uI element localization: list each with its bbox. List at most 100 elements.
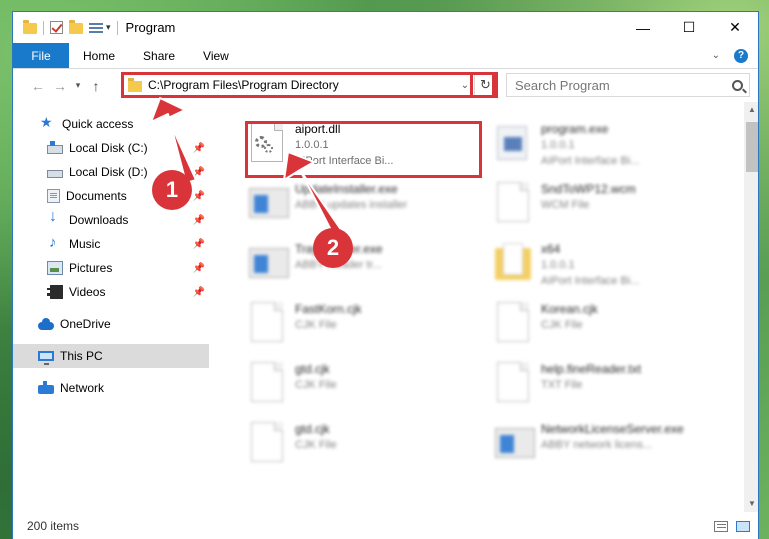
sidebar-item-downloads[interactable]: Downloads 📌 bbox=[13, 208, 209, 232]
expand-ribbon-icon[interactable]: ⌄ bbox=[712, 50, 720, 61]
pin-icon[interactable]: 📌 bbox=[193, 239, 205, 250]
sidebar-item-label: Pictures bbox=[69, 261, 113, 275]
scroll-up-icon[interactable]: ▲ bbox=[744, 102, 758, 118]
maximize-button[interactable]: ☐ bbox=[666, 12, 712, 43]
folder-item[interactable]: x64 1.0.0.1 AIPort Interface Bi... bbox=[481, 230, 721, 287]
file-type: TXT File bbox=[541, 379, 583, 391]
item-count: 200 items bbox=[27, 519, 80, 533]
pin-icon[interactable]: 📌 bbox=[193, 191, 205, 202]
scroll-down-icon[interactable]: ▼ bbox=[744, 496, 758, 512]
sidebar-item-onedrive[interactable]: OneDrive bbox=[13, 312, 209, 336]
exe-file-icon bbox=[249, 182, 289, 224]
search-icon[interactable] bbox=[732, 79, 743, 91]
help-icon[interactable]: ? bbox=[734, 48, 748, 63]
file-item[interactable]: UpdateInstaller.exe ABBY updates install… bbox=[235, 170, 475, 226]
sidebar-item-quick-access[interactable]: Quick access bbox=[13, 112, 209, 136]
file-name: FastKorn.cjk bbox=[295, 302, 362, 316]
title-bar: ▾ Program — ☐ ✕ bbox=[13, 12, 758, 43]
quick-access-toolbar: ▾ bbox=[13, 12, 118, 43]
properties-check-icon[interactable] bbox=[50, 21, 63, 34]
file-item[interactable]: TrayInstaller.exe ABBY Reader tr... bbox=[235, 230, 475, 286]
pin-icon[interactable]: 📌 bbox=[193, 263, 205, 274]
file-type: CJK File bbox=[295, 379, 337, 391]
file-version: 1.0.0.1 bbox=[541, 259, 575, 271]
document-file-icon bbox=[249, 362, 285, 404]
sidebar-item-label: Local Disk (C:) bbox=[69, 141, 148, 155]
search-box[interactable]: Search Program bbox=[506, 73, 750, 97]
explorer-window: ▾ Program — ☐ ✕ File Home Share View ⌄ ?… bbox=[12, 11, 759, 539]
folder-icon[interactable] bbox=[23, 20, 37, 34]
tab-home[interactable]: Home bbox=[69, 43, 129, 68]
pin-icon[interactable]: 📌 bbox=[193, 167, 205, 178]
sidebar-item-this-pc[interactable]: This PC bbox=[13, 344, 209, 368]
toolbar-separator bbox=[116, 20, 118, 35]
network-icon bbox=[38, 381, 54, 394]
sidebar-item-videos[interactable]: Videos 📌 bbox=[13, 280, 209, 304]
tab-view[interactable]: View bbox=[189, 43, 243, 68]
refresh-highlight-box bbox=[470, 72, 498, 98]
file-item[interactable]: NetworkLicenseServer.exe ABBY network li… bbox=[481, 410, 721, 466]
sidebar-item-label: Quick access bbox=[62, 117, 134, 131]
minimize-button[interactable]: — bbox=[620, 12, 666, 43]
status-bar: 200 items bbox=[13, 512, 758, 539]
file-item[interactable]: SndToWP12.wcm WCM File bbox=[481, 170, 721, 226]
file-type: ABBY network licens... bbox=[541, 439, 653, 451]
file-name: program.exe bbox=[541, 122, 609, 136]
sidebar-item-label: Local Disk (D:) bbox=[69, 165, 148, 179]
videos-icon bbox=[47, 285, 63, 299]
sidebar-item-label: Music bbox=[69, 237, 101, 251]
file-item[interactable]: program.exe 1.0.0.1 AIPort Interface Bi.… bbox=[481, 110, 721, 167]
file-type: CJK File bbox=[541, 319, 583, 331]
sidebar-item-pictures[interactable]: Pictures 📌 bbox=[13, 256, 209, 280]
folder-icon bbox=[495, 242, 531, 284]
scroll-thumb[interactable] bbox=[746, 122, 758, 172]
close-button[interactable]: ✕ bbox=[712, 12, 758, 43]
navigation-bar: ← → ▾ ↑ C:\Program Files\Program Directo… bbox=[13, 69, 758, 102]
step-badge-1: 1 bbox=[152, 170, 192, 210]
forward-button[interactable]: → bbox=[49, 78, 71, 94]
sidebar-item-local-disk-c[interactable]: Local Disk (C:) 📌 bbox=[13, 136, 209, 160]
new-folder-icon[interactable] bbox=[69, 20, 83, 34]
customize-toolbar-icon[interactable] bbox=[89, 22, 103, 34]
document-file-icon bbox=[249, 302, 285, 344]
view-switcher bbox=[714, 520, 750, 532]
exe-file-icon bbox=[495, 422, 535, 464]
file-type: CJK File bbox=[295, 439, 337, 451]
address-highlight-box bbox=[121, 72, 495, 98]
file-item[interactable]: gtd.cjk CJK File bbox=[235, 350, 475, 406]
back-button[interactable]: ← bbox=[27, 78, 49, 94]
sidebar-item-music[interactable]: Music 📌 bbox=[13, 232, 209, 256]
tab-file[interactable]: File bbox=[13, 43, 69, 68]
tiles-view-icon[interactable] bbox=[736, 520, 750, 532]
computer-icon bbox=[38, 351, 54, 365]
file-item[interactable]: Korean.cjk CJK File bbox=[481, 290, 721, 346]
file-version: 1.0.0.1 bbox=[541, 139, 575, 151]
tab-share[interactable]: Share bbox=[129, 43, 189, 68]
pin-icon[interactable]: 📌 bbox=[193, 287, 205, 298]
search-input[interactable]: Search Program bbox=[515, 78, 610, 93]
file-name: x64 bbox=[541, 242, 561, 256]
sidebar-item-label: Documents bbox=[66, 189, 127, 203]
ribbon-right-controls: ⌄ ? bbox=[712, 43, 758, 68]
step-badge-2: 2 bbox=[313, 228, 353, 268]
file-item[interactable]: gtd.cjk CJK File bbox=[235, 410, 475, 466]
file-item[interactable]: help.fineReader.txt TXT File bbox=[481, 350, 721, 406]
document-file-icon bbox=[495, 302, 531, 344]
toolbar-dropdown-icon[interactable]: ▾ bbox=[106, 22, 111, 33]
sidebar-item-label: This PC bbox=[60, 349, 103, 363]
pin-icon[interactable]: 📌 bbox=[193, 143, 205, 154]
disk-icon bbox=[47, 141, 63, 154]
file-item[interactable]: FastKorn.cjk CJK File bbox=[235, 290, 475, 346]
file-name: gtd.cjk bbox=[295, 422, 330, 436]
up-button[interactable]: ↑ bbox=[85, 78, 107, 94]
document-file-icon bbox=[495, 182, 531, 224]
recent-locations-button[interactable]: ▾ bbox=[71, 80, 85, 91]
details-view-icon[interactable] bbox=[714, 520, 728, 532]
file-type: WCM File bbox=[541, 199, 590, 211]
star-icon bbox=[40, 114, 56, 131]
pin-icon[interactable]: 📌 bbox=[193, 215, 205, 226]
sidebar-item-network[interactable]: Network bbox=[13, 376, 209, 400]
file-name: NetworkLicenseServer.exe bbox=[541, 422, 684, 436]
cloud-icon bbox=[38, 318, 54, 330]
vertical-scrollbar[interactable]: ▲ ▼ bbox=[744, 102, 758, 512]
